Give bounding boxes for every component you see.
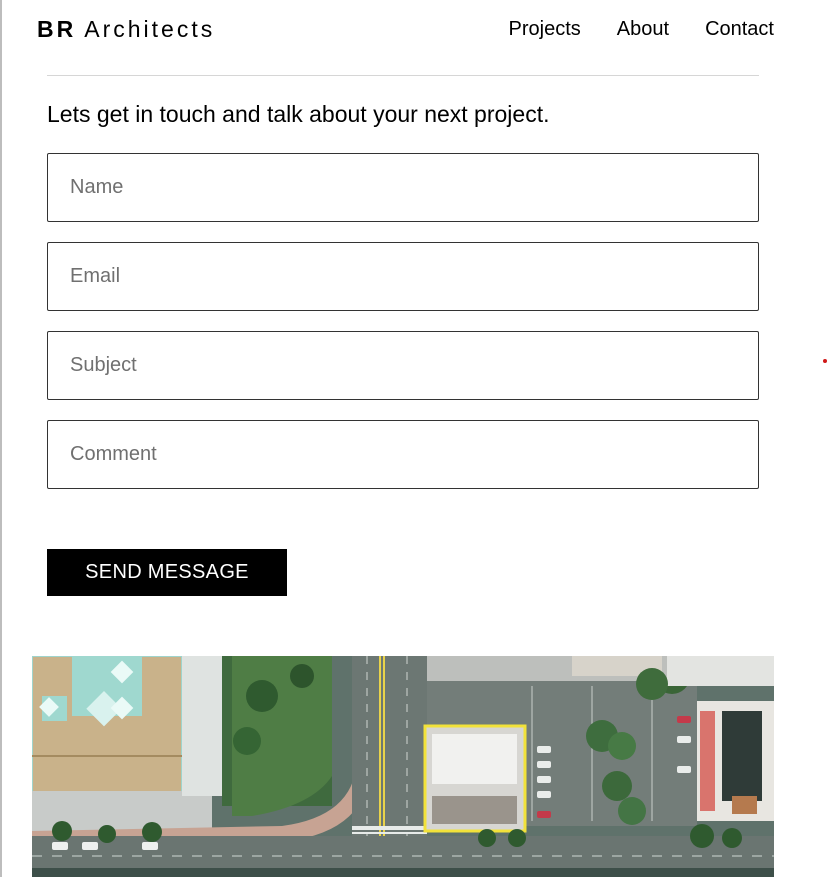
contact-page: BR Architects Projects About Contact Lets… bbox=[0, 0, 830, 877]
red-dot-marker bbox=[823, 359, 827, 363]
send-message-button[interactable]: SEND MESSAGE bbox=[47, 549, 287, 596]
brand-name: Architects bbox=[84, 16, 216, 42]
left-edge-rule bbox=[0, 0, 2, 877]
subject-input[interactable] bbox=[47, 331, 759, 400]
nav-link-projects[interactable]: Projects bbox=[509, 18, 581, 41]
main-nav: Projects About Contact bbox=[509, 18, 774, 41]
comment-input[interactable] bbox=[47, 420, 759, 489]
email-input[interactable] bbox=[47, 242, 759, 311]
aerial-city-image bbox=[32, 656, 774, 877]
name-input[interactable] bbox=[47, 153, 759, 222]
nav-link-contact[interactable]: Contact bbox=[705, 18, 774, 41]
brand-initials: BR bbox=[37, 16, 77, 42]
site-header: BR Architects Projects About Contact bbox=[0, 0, 830, 62]
brand-logo[interactable]: BR Architects bbox=[37, 16, 215, 43]
header-divider bbox=[47, 75, 759, 76]
contact-intro-text: Lets get in touch and talk about your ne… bbox=[47, 101, 550, 127]
nav-link-about[interactable]: About bbox=[617, 18, 669, 41]
